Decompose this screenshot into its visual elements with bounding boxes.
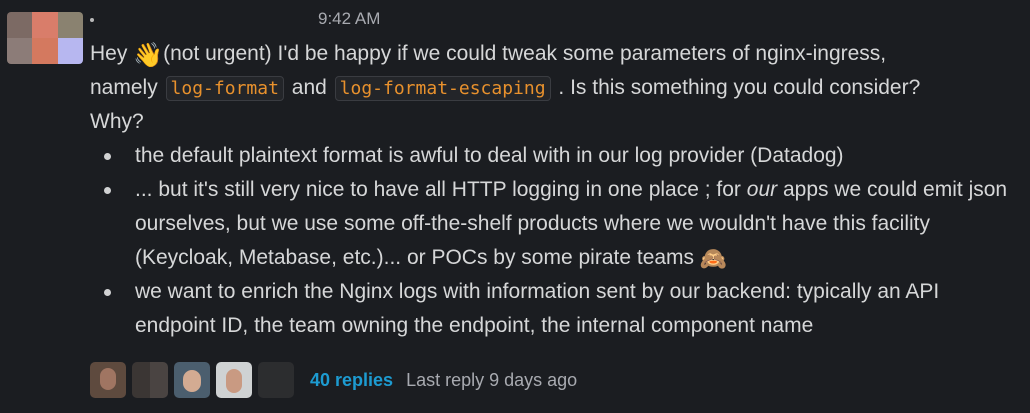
emphasized-text: our (746, 178, 778, 201)
see-no-evil-monkey-emoji: 🙈 (699, 246, 728, 271)
chat-message: 9:42 AM Hey 👋(not urgent) I'd be happy i… (0, 0, 1030, 413)
message-line: Why? (90, 105, 1025, 139)
message-line: Hey 👋(not urgent) I'd be happy if we cou… (90, 37, 1025, 71)
list-item: the default plaintext format is awful to… (90, 139, 1025, 173)
replies-link[interactable]: 40 replies (310, 370, 393, 391)
list-item-text: the default plaintext format is awful to… (135, 144, 844, 167)
sender-name[interactable] (90, 18, 94, 22)
list-item: we want to enrich the Nginx logs with in… (90, 275, 1025, 343)
inline-code: log-format (165, 76, 284, 101)
message-text: Hey (90, 42, 128, 65)
message-line: namely log-format and log-format-escapin… (90, 71, 1025, 105)
replier-avatar (90, 362, 126, 398)
replier-avatar (216, 362, 252, 398)
message-text: . Is this something you could consider? (558, 76, 921, 99)
list-item-text: we want to enrich the Nginx logs with in… (135, 280, 940, 337)
message-text: (not urgent) I'd be happy if we could tw… (163, 42, 887, 65)
last-reply-info: Last reply 9 days ago (406, 369, 578, 390)
list-item-text: ... but it's still very nice to have all… (135, 178, 741, 201)
message-text: namely (90, 76, 158, 99)
message-text: and (291, 76, 327, 99)
replier-avatar (174, 362, 210, 398)
sender-avatar[interactable] (7, 12, 83, 64)
thread-summary[interactable]: 40 replies Last reply 9 days ago (90, 362, 577, 398)
waving-hand-emoji: 👋 (133, 42, 164, 69)
message-body: Hey 👋(not urgent) I'd be happy if we cou… (90, 37, 1025, 343)
replier-avatar (132, 362, 168, 398)
inline-code: log-format-escaping (334, 76, 551, 101)
message-header (88, 8, 94, 32)
list-item: ... but it's still very nice to have all… (90, 173, 1025, 275)
replier-avatar (258, 362, 294, 398)
message-text: Why? (90, 110, 144, 133)
bullet-list: the default plaintext format is awful to… (90, 139, 1025, 343)
message-timestamp[interactable]: 9:42 AM (318, 9, 380, 29)
